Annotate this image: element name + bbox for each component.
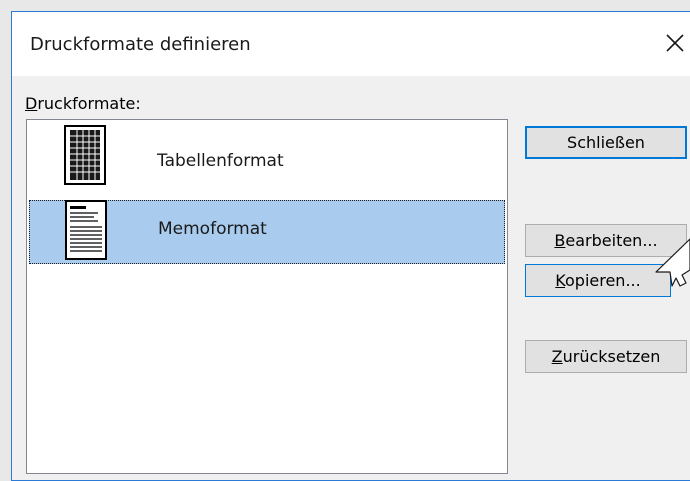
list-item-table-style[interactable]: Tabellenformat: [29, 122, 505, 186]
memo-style-icon: [65, 200, 107, 260]
dialog-title: Druckformate definieren: [30, 34, 251, 55]
copy-button[interactable]: Kopieren...: [525, 264, 671, 297]
close-icon[interactable]: [662, 30, 688, 56]
table-style-icon: [64, 125, 106, 185]
list-item-label: Memoformat: [158, 219, 267, 239]
reset-button[interactable]: Zurücksetzen: [525, 340, 687, 373]
mouse-cursor-icon: [655, 238, 690, 287]
title-bar: Druckformate definieren: [12, 12, 690, 76]
list-item-label: Tabellenformat: [157, 151, 284, 171]
print-styles-label: Druckformate:: [25, 94, 141, 113]
list-item-memo-style[interactable]: Memoformat: [29, 200, 505, 264]
close-button[interactable]: Schließen: [525, 126, 687, 159]
print-styles-list[interactable]: Tabellenformat Memoformat: [26, 119, 508, 474]
print-styles-dialog: Druckformate definieren Druckformate: Ta…: [11, 11, 690, 481]
